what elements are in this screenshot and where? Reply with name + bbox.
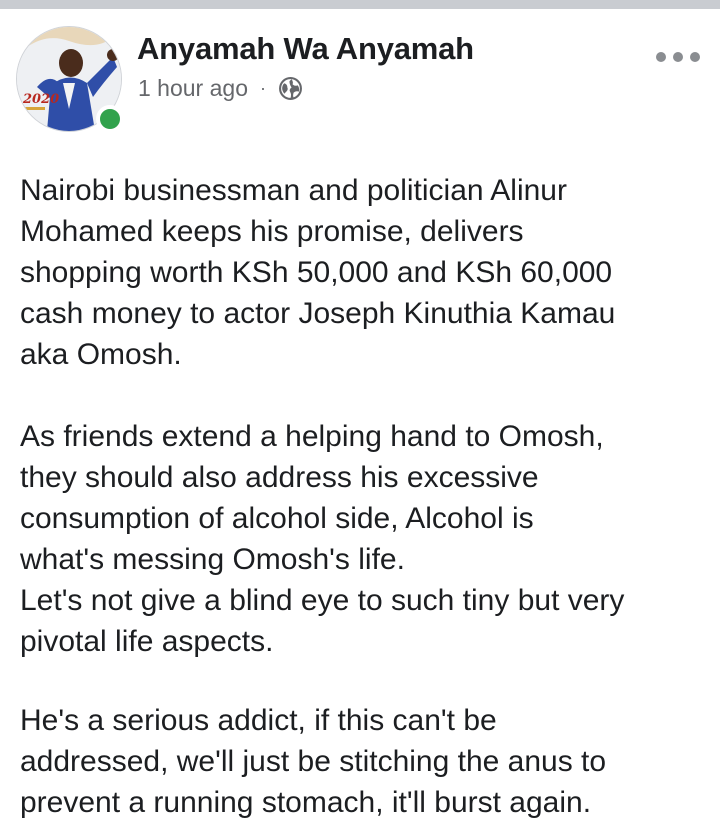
text-line: aka Omosh. [20,338,182,371]
text-line: Nairobi businessman and politician Alinu… [20,174,567,207]
author-avatar[interactable]: 2020 [16,26,124,133]
online-status-indicator [96,105,124,133]
post-timestamp[interactable]: 1 hour ago [138,75,248,102]
post-paragraph: He's a serious addict, if this can't be … [20,700,710,823]
more-dot [673,52,683,62]
text-line: what's messing Omosh's life. [20,543,405,576]
text-line: consumption of alcohol side, Alcohol is [20,502,534,535]
text-line: prevent a running stomach, it'll burst a… [20,786,592,819]
meta-separator: · [259,77,266,98]
post-meta: 1 hour ago · [138,73,303,103]
post-paragraph: Nairobi businessman and politician Alinu… [20,170,710,375]
text-line: Let's not give a blind eye to such tiny … [20,584,625,617]
text-line: addressed, we'll just be stitching the a… [20,745,607,778]
post-paragraph: As friends extend a helping hand to Omos… [20,416,710,662]
text-line: shopping worth KSh 50,000 and KSh 60,000 [20,256,613,289]
text-line: they should also address his excessive [20,461,539,494]
text-line: pivotal life aspects. [20,625,274,658]
author-name[interactable]: Anyamah Wa Anyamah [137,31,474,67]
more-dot [690,52,700,62]
text-line: He's a serious addict, if this can't be [20,704,497,737]
text-line: As friends extend a helping hand to Omos… [20,420,604,453]
globe-icon[interactable] [278,76,303,101]
text-line: Mohamed keeps his promise, delivers [20,215,524,248]
feed-divider [0,0,720,9]
avatar-badge-text: 2020 [22,92,59,107]
more-options-icon[interactable] [656,45,700,69]
post-header: 2020 Anyamah Wa Anyamah 1 hour ago · [0,9,720,139]
text-line: cash money to actor Joseph Kinuthia Kama… [20,297,616,330]
more-dot [656,52,666,62]
